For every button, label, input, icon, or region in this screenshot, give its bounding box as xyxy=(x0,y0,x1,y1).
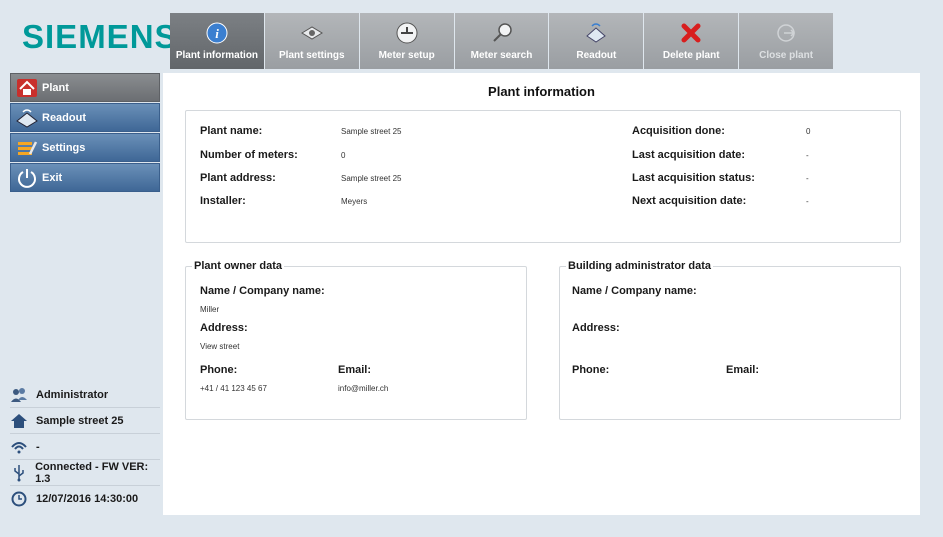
clock-icon xyxy=(10,490,28,508)
status-datetime-text: 12/07/2016 14:30:00 xyxy=(36,493,139,505)
sidebar-item-label: Readout xyxy=(42,111,86,124)
meters-count-value: 0 xyxy=(341,151,346,160)
admin-phone-label: Phone: xyxy=(572,364,610,376)
meter-search-button[interactable]: Meter search xyxy=(454,13,549,69)
status-plant: Sample street 25 xyxy=(10,408,160,434)
sidebar-nav: Plant Readout Settings Exit xyxy=(10,73,160,193)
usb-icon xyxy=(10,464,27,482)
installer-value: Meyers xyxy=(341,197,368,206)
plant-name-label: Plant name: xyxy=(200,125,263,137)
sidebar-item-settings[interactable]: Settings xyxy=(10,133,160,162)
meter-icon xyxy=(395,22,419,44)
sidebar-item-label: Exit xyxy=(42,171,63,184)
owner-address-label: Address: xyxy=(200,322,248,334)
status-signal-text: - xyxy=(36,440,40,453)
plant-information-label: Plant information xyxy=(175,50,259,61)
status-signal: - xyxy=(10,434,160,460)
acquisition-done-label: Acquisition done: xyxy=(632,125,725,137)
sidebar-item-readout[interactable]: Readout xyxy=(10,103,160,132)
sidebar-item-plant[interactable]: Plant xyxy=(10,73,160,102)
siemens-logo: SIEMENS xyxy=(22,18,178,55)
delete-plant-label: Delete plant xyxy=(662,50,720,61)
status-connection: Connected - FW VER: 1.3 xyxy=(10,460,160,486)
sidebar-item-label: Plant xyxy=(42,81,69,94)
readout-icon xyxy=(584,22,608,44)
users-icon xyxy=(10,386,28,404)
delete-plant-button[interactable]: Delete plant xyxy=(644,13,739,69)
owner-name-value: Miller xyxy=(200,305,220,314)
eye-icon xyxy=(300,22,324,44)
close-plant-icon xyxy=(774,22,798,44)
admin-name-label: Name / Company name: xyxy=(572,285,697,297)
status-user: Administrator xyxy=(10,382,160,408)
status-connection-text: Connected - FW VER: 1.3 xyxy=(35,460,149,485)
status-plant-text: Sample street 25 xyxy=(36,414,124,427)
sidebar-item-exit[interactable]: Exit xyxy=(10,163,160,192)
close-plant-button[interactable]: Close plant xyxy=(739,13,834,69)
status-user-text: Administrator xyxy=(36,388,109,401)
owner-email-label: Email: xyxy=(338,364,372,376)
toolbar: i Plant information Plant settings Meter… xyxy=(170,13,834,69)
last-acquisition-date-value: - xyxy=(806,151,809,160)
next-acquisition-date-label: Next acquisition date: xyxy=(632,195,747,207)
house-icon xyxy=(10,412,28,430)
readout-toolbar-label: Readout xyxy=(576,50,617,61)
settings-icon xyxy=(15,137,39,159)
plant-owner-legend: Plant owner data xyxy=(192,260,285,272)
main-panel: Plant information Plant name: Sample str… xyxy=(163,73,920,515)
owner-phone-label: Phone: xyxy=(200,364,238,376)
installer-label: Installer: xyxy=(200,195,246,207)
last-acquisition-status-label: Last acquisition status: xyxy=(632,172,755,184)
last-acquisition-date-label: Last acquisition date: xyxy=(632,149,746,161)
owner-address-value: View street xyxy=(200,342,240,351)
readout-icon xyxy=(15,107,39,129)
plant-address-value: Sample street 25 xyxy=(341,174,402,183)
power-icon xyxy=(15,167,39,189)
building-administrator-legend: Building administrator data xyxy=(566,260,714,272)
last-acquisition-status-value: - xyxy=(806,174,809,183)
admin-email-label: Email: xyxy=(726,364,760,376)
info-icon: i xyxy=(205,22,229,44)
svg-text:i: i xyxy=(215,26,219,41)
meter-setup-button[interactable]: Meter setup xyxy=(359,13,454,69)
meters-count-label: Number of meters: xyxy=(200,149,298,161)
acquisition-done-value: 0 xyxy=(806,127,811,136)
meter-search-label: Meter search xyxy=(470,50,533,61)
owner-name-label: Name / Company name: xyxy=(200,285,325,297)
next-acquisition-date-value: - xyxy=(806,197,809,206)
status-datetime: 12/07/2016 14:30:00 xyxy=(10,486,160,512)
plant-owner-group: Plant owner data Name / Company name: Mi… xyxy=(185,260,527,420)
page-title: Plant information xyxy=(488,84,595,99)
owner-phone-value: +41 / 41 123 45 67 xyxy=(200,384,267,393)
plant-info-box: Plant name: Sample street 25 Number of m… xyxy=(185,110,901,243)
status-panel: Administrator Sample street 25 - Connect… xyxy=(10,382,160,512)
owner-email-value: info@miller.ch xyxy=(338,384,389,393)
plant-information-button[interactable]: i Plant information xyxy=(170,13,264,69)
house-icon xyxy=(15,77,39,99)
delete-icon xyxy=(679,22,703,44)
magnifier-icon xyxy=(490,22,514,44)
meter-setup-label: Meter setup xyxy=(378,50,435,61)
signal-icon xyxy=(10,438,28,456)
building-administrator-group: Building administrator data Name / Compa… xyxy=(559,260,901,420)
plant-settings-button[interactable]: Plant settings xyxy=(264,13,359,69)
close-plant-label: Close plant xyxy=(759,50,814,61)
plant-settings-label: Plant settings xyxy=(279,50,345,61)
plant-name-value: Sample street 25 xyxy=(341,127,402,136)
readout-toolbar-button[interactable]: Readout xyxy=(549,13,644,69)
plant-address-label: Plant address: xyxy=(200,172,276,184)
admin-address-label: Address: xyxy=(572,322,620,334)
sidebar-item-label: Settings xyxy=(42,141,86,154)
